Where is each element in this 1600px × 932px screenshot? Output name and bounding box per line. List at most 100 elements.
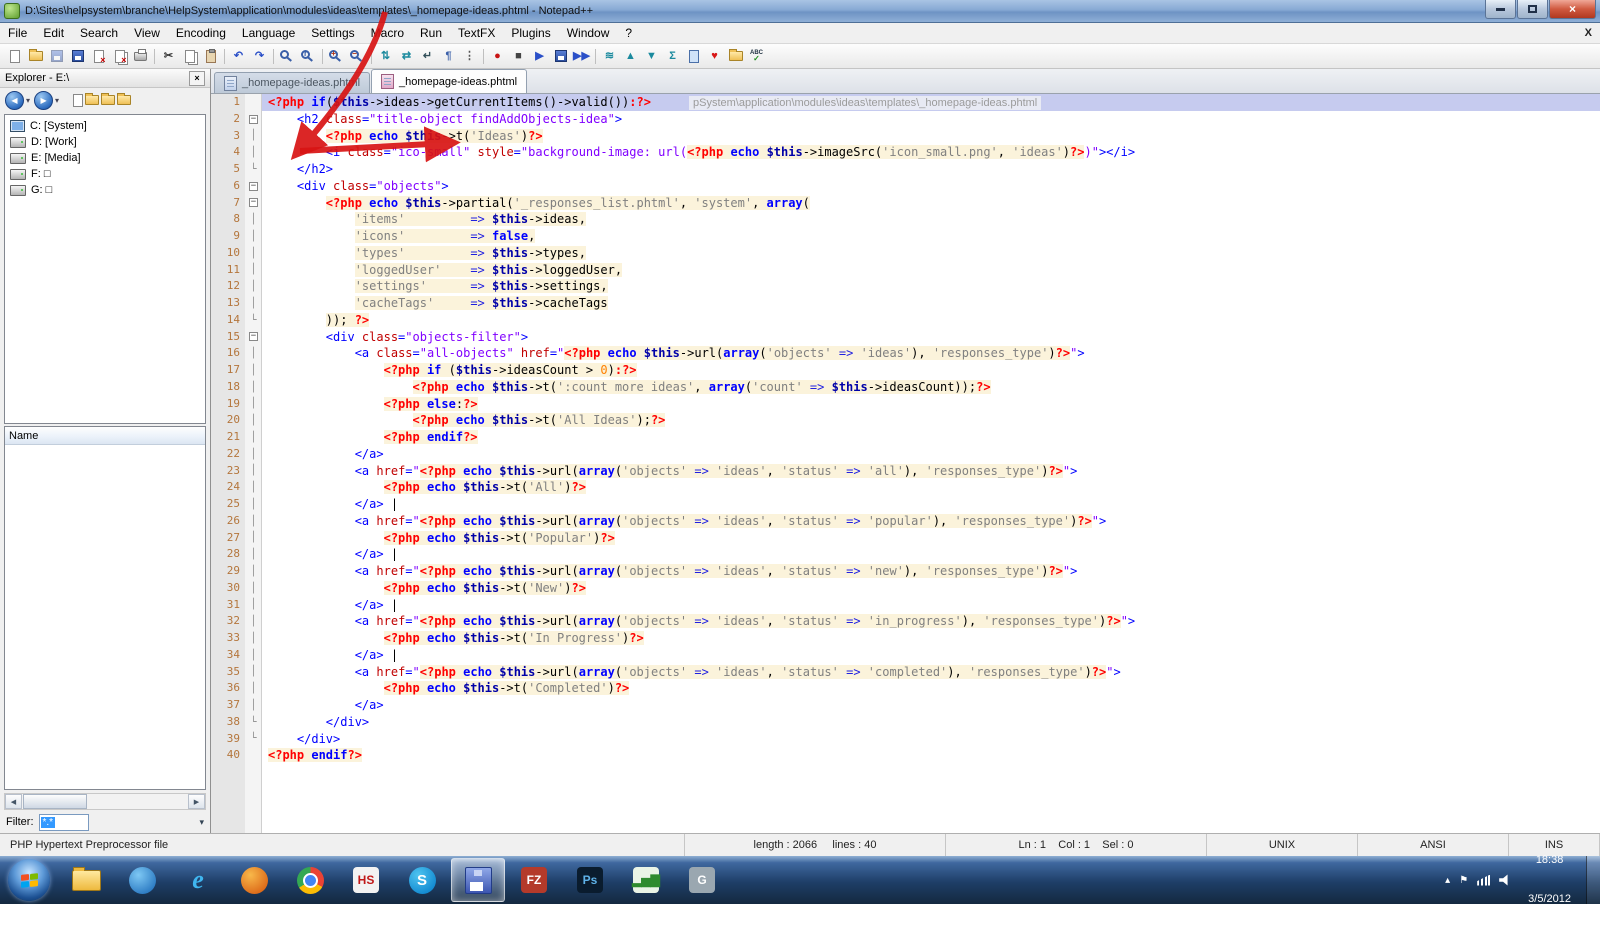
back-dropdown-button[interactable]: ▾ bbox=[26, 96, 30, 105]
tsv-up-button[interactable]: ▲ bbox=[620, 46, 641, 66]
code-line[interactable]: 39└ </div> bbox=[211, 731, 1600, 748]
tsv-down-button[interactable]: ▼ bbox=[641, 46, 662, 66]
internet-explorer-taskbar-button[interactable]: e bbox=[171, 858, 225, 902]
code-line[interactable]: 8│ 'items' => $this->ideas, bbox=[211, 211, 1600, 228]
print-button[interactable] bbox=[130, 46, 151, 66]
fold-marker[interactable] bbox=[245, 195, 262, 212]
tree-item-drive[interactable]: E: [Media] bbox=[5, 150, 205, 166]
folder-open-icon[interactable] bbox=[101, 95, 115, 105]
zoom-out-button[interactable] bbox=[347, 46, 368, 66]
code-line[interactable]: 5└ </h2> bbox=[211, 161, 1600, 178]
code-line[interactable]: 22│ </a> bbox=[211, 446, 1600, 463]
save-button[interactable] bbox=[46, 46, 67, 66]
code-line[interactable]: 12│ 'settings' => $this->settings, bbox=[211, 278, 1600, 295]
menu-run[interactable]: Run bbox=[412, 23, 450, 43]
find-button[interactable] bbox=[277, 46, 298, 66]
code-line[interactable]: 40<?php endif?> bbox=[211, 747, 1600, 764]
menu-search[interactable]: Search bbox=[72, 23, 126, 43]
maximize-button[interactable] bbox=[1517, 0, 1548, 19]
code-line[interactable]: 31│ </a> | bbox=[211, 597, 1600, 614]
utility-app-taskbar-button[interactable]: G bbox=[675, 858, 729, 902]
forward-button[interactable]: ▶ bbox=[34, 91, 53, 110]
code-line[interactable]: 37│ </a> bbox=[211, 697, 1600, 714]
menu-encoding[interactable]: Encoding bbox=[168, 23, 234, 43]
stop-macro-button[interactable]: ■ bbox=[508, 46, 529, 66]
editor[interactable]: 1<?php if($this->ideas->getCurrentItems(… bbox=[211, 94, 1600, 833]
fold-marker[interactable] bbox=[245, 111, 262, 128]
notepadpp-taskbar-button[interactable] bbox=[451, 858, 505, 902]
open-file-button[interactable] bbox=[25, 46, 46, 66]
volume-icon[interactable] bbox=[1499, 874, 1513, 886]
code-line[interactable]: 21│ <?php endif?> bbox=[211, 429, 1600, 446]
tree-item-drive[interactable]: F: □ bbox=[5, 166, 205, 182]
undo-button[interactable]: ↶ bbox=[228, 46, 249, 66]
show-all-chars-button[interactable]: ¶ bbox=[438, 46, 459, 66]
sync-vertical-button[interactable]: ⇅ bbox=[375, 46, 396, 66]
sync-horizontal-button[interactable]: ⇄ bbox=[396, 46, 417, 66]
tsv-sigma-button[interactable]: Σ bbox=[662, 46, 683, 66]
chrome-taskbar-button[interactable] bbox=[283, 858, 337, 902]
minimize-button[interactable] bbox=[1485, 0, 1516, 19]
code-line[interactable]: 9│ 'icons' => false, bbox=[211, 228, 1600, 245]
tree-item-drive[interactable]: C: [System] bbox=[5, 118, 205, 134]
code-line[interactable]: 16│ <a class="all-objects" href="<?php e… bbox=[211, 345, 1600, 362]
menu-edit[interactable]: Edit bbox=[35, 23, 72, 43]
code-line[interactable]: 19│ <?php else:?> bbox=[211, 396, 1600, 413]
code-line[interactable]: 3│ <?php echo $this->t('Ideas')?> bbox=[211, 128, 1600, 145]
scrollbar-thumb[interactable] bbox=[23, 794, 87, 809]
menu-help[interactable]: ? bbox=[617, 23, 640, 43]
firefox-taskbar-button[interactable] bbox=[227, 858, 281, 902]
code-line[interactable]: 20│ <?php echo $this->t('All Ideas');?> bbox=[211, 412, 1600, 429]
code-line[interactable]: 15 <div class="objects-filter"> bbox=[211, 329, 1600, 346]
filter-input[interactable]: *.* bbox=[39, 814, 89, 831]
indent-guide-button[interactable]: ⋮ bbox=[459, 46, 480, 66]
code-line[interactable]: 33│ <?php echo $this->t('In Progress')?> bbox=[211, 630, 1600, 647]
network-icon[interactable] bbox=[1477, 875, 1490, 886]
filezilla-taskbar-button[interactable]: FZ bbox=[507, 858, 561, 902]
filter-dropdown-icon[interactable]: ▾ bbox=[199, 817, 204, 828]
skype-taskbar-button[interactable]: S bbox=[395, 858, 449, 902]
code-line[interactable]: 13│ 'cacheTags' => $this->cacheTags bbox=[211, 295, 1600, 312]
code-line[interactable]: 4│ <i class="ico-small" style="backgroun… bbox=[211, 144, 1600, 161]
replace-button[interactable] bbox=[298, 46, 319, 66]
menu-language[interactable]: Language bbox=[234, 23, 303, 43]
code-line[interactable]: 36│ <?php echo $this->t('Completed')?> bbox=[211, 680, 1600, 697]
code-line[interactable]: 2 <h2 class="title-object findAddObjects… bbox=[211, 111, 1600, 128]
show-desktop-button[interactable] bbox=[1586, 856, 1600, 904]
compare-button[interactable]: ♥ bbox=[704, 46, 725, 66]
code-line[interactable]: 6 <div class="objects"> bbox=[211, 178, 1600, 195]
tree-item-drive[interactable]: G: □ bbox=[5, 182, 205, 198]
fold-marker[interactable] bbox=[245, 329, 262, 346]
back-button[interactable]: ◀ bbox=[5, 91, 24, 110]
menu-textfx[interactable]: TextFX bbox=[450, 23, 503, 43]
code-line[interactable]: 27│ <?php echo $this->t('Popular')?> bbox=[211, 530, 1600, 547]
close-button[interactable]: × bbox=[1549, 0, 1596, 19]
helpsystem-taskbar-button[interactable]: HS bbox=[339, 858, 393, 902]
code-line[interactable]: 14└ )); ?> bbox=[211, 312, 1600, 329]
menu-window[interactable]: Window bbox=[559, 23, 618, 43]
menu-file[interactable]: File bbox=[0, 23, 35, 43]
menu-plugins[interactable]: Plugins bbox=[503, 23, 558, 43]
save-all-button[interactable] bbox=[67, 46, 88, 66]
new-doc-icon[interactable] bbox=[73, 94, 83, 107]
scroll-left-icon[interactable]: ◀ bbox=[5, 794, 22, 809]
explorer-hscrollbar[interactable]: ◀ ▶ bbox=[4, 793, 206, 810]
code-line[interactable]: 17│ <?php if ($this->ideasCount > 0):?> bbox=[211, 362, 1600, 379]
folder-go-icon[interactable] bbox=[117, 95, 131, 105]
code-line[interactable]: 30│ <?php echo $this->t('New')?> bbox=[211, 580, 1600, 597]
code-line[interactable]: 11│ 'loggedUser' => $this->loggedUser, bbox=[211, 262, 1600, 279]
tsv-wave-button[interactable]: ≋ bbox=[599, 46, 620, 66]
explorer-toggle-button[interactable] bbox=[725, 46, 746, 66]
zoom-in-button[interactable] bbox=[326, 46, 347, 66]
run-macro-multiple-button[interactable]: ▶▶ bbox=[571, 46, 592, 66]
tab-1[interactable]: _homepage-ideas.phtml bbox=[214, 72, 370, 93]
play-macro-button[interactable]: ▶ bbox=[529, 46, 550, 66]
save-macro-button[interactable] bbox=[550, 46, 571, 66]
hidden-icons-arrow-icon[interactable]: ▴ bbox=[1445, 875, 1450, 886]
menu-view[interactable]: View bbox=[126, 23, 168, 43]
code-line[interactable]: 10│ 'types' => $this->types, bbox=[211, 245, 1600, 262]
media-app-taskbar-button[interactable] bbox=[115, 858, 169, 902]
taskbar-clock[interactable]: 18:38 3/5/2012 bbox=[1522, 828, 1577, 932]
close-file-button[interactable] bbox=[88, 46, 109, 66]
word-wrap-button[interactable]: ↵ bbox=[417, 46, 438, 66]
